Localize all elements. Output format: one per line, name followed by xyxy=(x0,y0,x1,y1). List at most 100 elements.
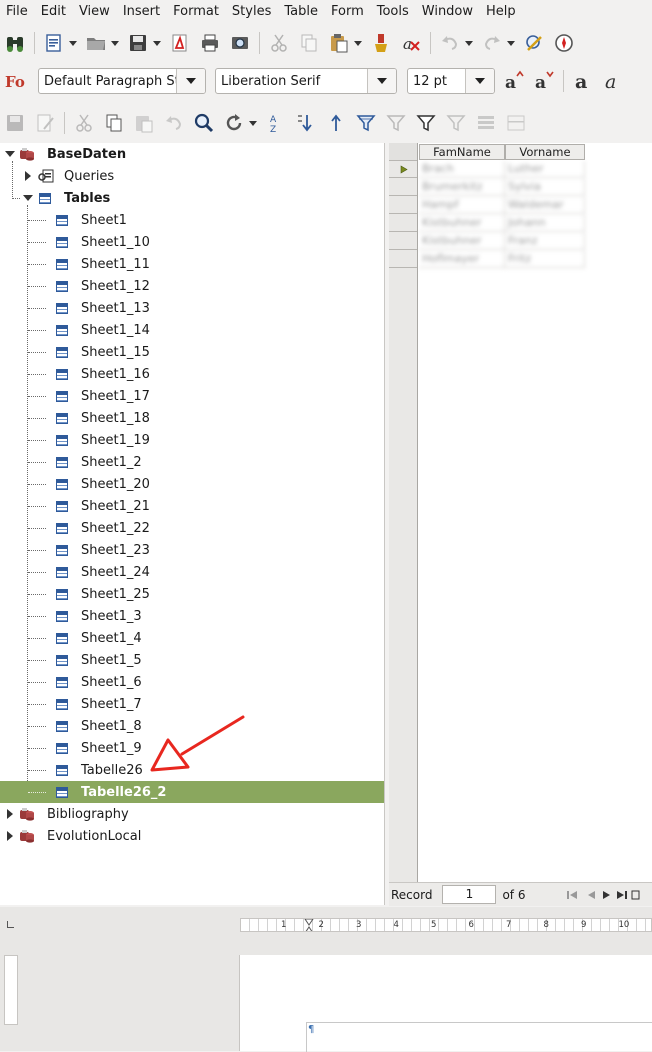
column-header-vorname[interactable]: Vorname xyxy=(505,144,585,160)
indent-marker-icon[interactable] xyxy=(304,919,314,932)
increase-font-icon[interactable]: a xyxy=(501,68,527,94)
sort-ascending-icon[interactable]: AZ xyxy=(263,110,289,136)
font-name-combo[interactable]: Liberation Serif xyxy=(215,68,397,94)
row-header[interactable] xyxy=(389,179,417,196)
cut-icon[interactable] xyxy=(71,110,97,136)
copy-icon[interactable] xyxy=(296,30,322,56)
tree-item-sheet1-15[interactable]: Sheet1_15 xyxy=(0,341,384,363)
tree-item-sheet1-23[interactable]: Sheet1_23 xyxy=(0,539,384,561)
data-to-fields-icon[interactable] xyxy=(503,110,529,136)
table-cell[interactable]: Waldemar xyxy=(505,197,585,214)
menu-styles[interactable]: Styles xyxy=(226,0,278,24)
clear-formatting-icon[interactable]: a xyxy=(398,30,424,56)
apply-filter-icon[interactable] xyxy=(383,110,409,136)
tree-item-evolutionlocal[interactable]: EvolutionLocal xyxy=(0,825,384,847)
record-number-input[interactable]: 1 xyxy=(442,885,497,904)
menu-edit[interactable]: Edit xyxy=(35,0,73,24)
find-record-icon[interactable] xyxy=(191,110,217,136)
navigator-compass-icon[interactable] xyxy=(551,30,577,56)
tree-item-basedaten[interactable]: BaseDaten xyxy=(0,143,384,165)
edit-data-icon[interactable] xyxy=(32,110,58,136)
refresh-icon[interactable] xyxy=(221,110,247,136)
tree-item-sheet1-4[interactable]: Sheet1_4 xyxy=(0,627,384,649)
tree-item-sheet1-25[interactable]: Sheet1_25 xyxy=(0,583,384,605)
chevron-down-icon[interactable] xyxy=(367,69,396,93)
tree-item-sheet1-13[interactable]: Sheet1_13 xyxy=(0,297,384,319)
tree-item-sheet1-16[interactable]: Sheet1_16 xyxy=(0,363,384,385)
tree-item-sheet1-6[interactable]: Sheet1_6 xyxy=(0,671,384,693)
italic-icon[interactable]: a xyxy=(600,68,626,94)
table-cell[interactable]: Johann xyxy=(505,215,585,232)
tree-item-sheet1-24[interactable]: Sheet1_24 xyxy=(0,561,384,583)
table-cell[interactable]: Brach xyxy=(419,161,505,178)
table-cell[interactable]: Kistbuhner xyxy=(419,233,505,250)
horizontal-ruler[interactable]: 1 2 3 4 5 6 7 8 9 10 xyxy=(240,918,652,932)
redo-dropdown[interactable] xyxy=(507,30,515,56)
paragraph-style-combo[interactable]: Default Paragraph St xyxy=(38,68,206,94)
table-cell[interactable]: Hampf xyxy=(419,197,505,214)
table-cell[interactable]: Luther xyxy=(505,161,585,178)
chevron-down-icon[interactable] xyxy=(465,69,494,93)
tree-item-queries[interactable]: Queries xyxy=(0,165,384,187)
data-to-text-icon[interactable] xyxy=(473,110,499,136)
bold-icon[interactable]: a xyxy=(570,68,596,94)
redo-icon[interactable] xyxy=(479,30,505,56)
menu-form[interactable]: Form xyxy=(325,0,371,24)
table-cell[interactable]: Kistbuhner xyxy=(419,215,505,232)
table-cell[interactable]: Brumerkitz xyxy=(419,179,505,196)
decrease-font-icon[interactable]: a xyxy=(531,68,557,94)
print-preview-icon[interactable] xyxy=(227,30,253,56)
row-header[interactable] xyxy=(389,197,417,214)
chevron-down-icon[interactable] xyxy=(176,69,205,93)
sort-up-icon[interactable] xyxy=(323,110,349,136)
tree-item-sheet1-14[interactable]: Sheet1_14 xyxy=(0,319,384,341)
expander-right-icon[interactable] xyxy=(7,831,13,841)
menu-table[interactable]: Table xyxy=(278,0,325,24)
row-header[interactable] xyxy=(389,161,417,178)
first-record-icon[interactable] xyxy=(566,889,584,901)
save-record-icon[interactable] xyxy=(2,110,28,136)
paste-icon[interactable] xyxy=(326,30,352,56)
undo-icon[interactable] xyxy=(437,30,463,56)
vertical-ruler[interactable] xyxy=(4,955,18,1025)
tree-item-sheet1-19[interactable]: Sheet1_19 xyxy=(0,429,384,451)
tree-item-sheet1-10[interactable]: Sheet1_10 xyxy=(0,231,384,253)
autofilter-icon[interactable] xyxy=(353,110,379,136)
tree-item-sheet1-2[interactable]: Sheet1_2 xyxy=(0,451,384,473)
row-header[interactable] xyxy=(389,251,417,268)
menu-tools[interactable]: Tools xyxy=(371,0,416,24)
tree-item-sheet1-20[interactable]: Sheet1_20 xyxy=(0,473,384,495)
navigator-binoculars-icon[interactable] xyxy=(2,30,28,56)
new-dropdown[interactable] xyxy=(69,30,77,56)
menu-help[interactable]: Help xyxy=(480,0,523,24)
menu-insert[interactable]: Insert xyxy=(117,0,167,24)
expander-right-icon[interactable] xyxy=(25,171,31,181)
next-record-icon[interactable] xyxy=(600,889,614,901)
tree-item-sheet1-21[interactable]: Sheet1_21 xyxy=(0,495,384,517)
menu-file[interactable]: File xyxy=(0,0,35,24)
tree-item-sheet1-5[interactable]: Sheet1_5 xyxy=(0,649,384,671)
row-header[interactable] xyxy=(389,233,417,250)
export-pdf-icon[interactable] xyxy=(167,30,193,56)
styles-sidebar-icon[interactable]: Fo xyxy=(2,68,28,94)
paste-icon[interactable] xyxy=(131,110,157,136)
copy-icon[interactable] xyxy=(101,110,127,136)
last-record-icon[interactable] xyxy=(615,889,629,901)
paste-dropdown[interactable] xyxy=(354,30,362,56)
new-document-icon[interactable] xyxy=(41,30,67,56)
menu-view[interactable]: View xyxy=(73,0,117,24)
tree-item-sheet1-22[interactable]: Sheet1_22 xyxy=(0,517,384,539)
menu-window[interactable]: Window xyxy=(416,0,480,24)
tree-item-tabelle26-2[interactable]: Tabelle26_2 xyxy=(0,781,384,803)
open-folder-icon[interactable] xyxy=(83,30,109,56)
clone-formatting-icon[interactable] xyxy=(368,30,394,56)
reset-filter-icon[interactable] xyxy=(443,110,469,136)
table-cell[interactable]: Sylvia xyxy=(505,179,585,196)
tree-item-sheet1-18[interactable]: Sheet1_18 xyxy=(0,407,384,429)
tree-item-sheet1-11[interactable]: Sheet1_11 xyxy=(0,253,384,275)
tree-item-tables[interactable]: Tables xyxy=(0,187,384,209)
expander-right-icon[interactable] xyxy=(7,809,13,819)
tree-item-sheet1[interactable]: Sheet1 xyxy=(0,209,384,231)
open-dropdown[interactable] xyxy=(111,30,119,56)
font-size-combo[interactable]: 12 pt xyxy=(407,68,495,94)
